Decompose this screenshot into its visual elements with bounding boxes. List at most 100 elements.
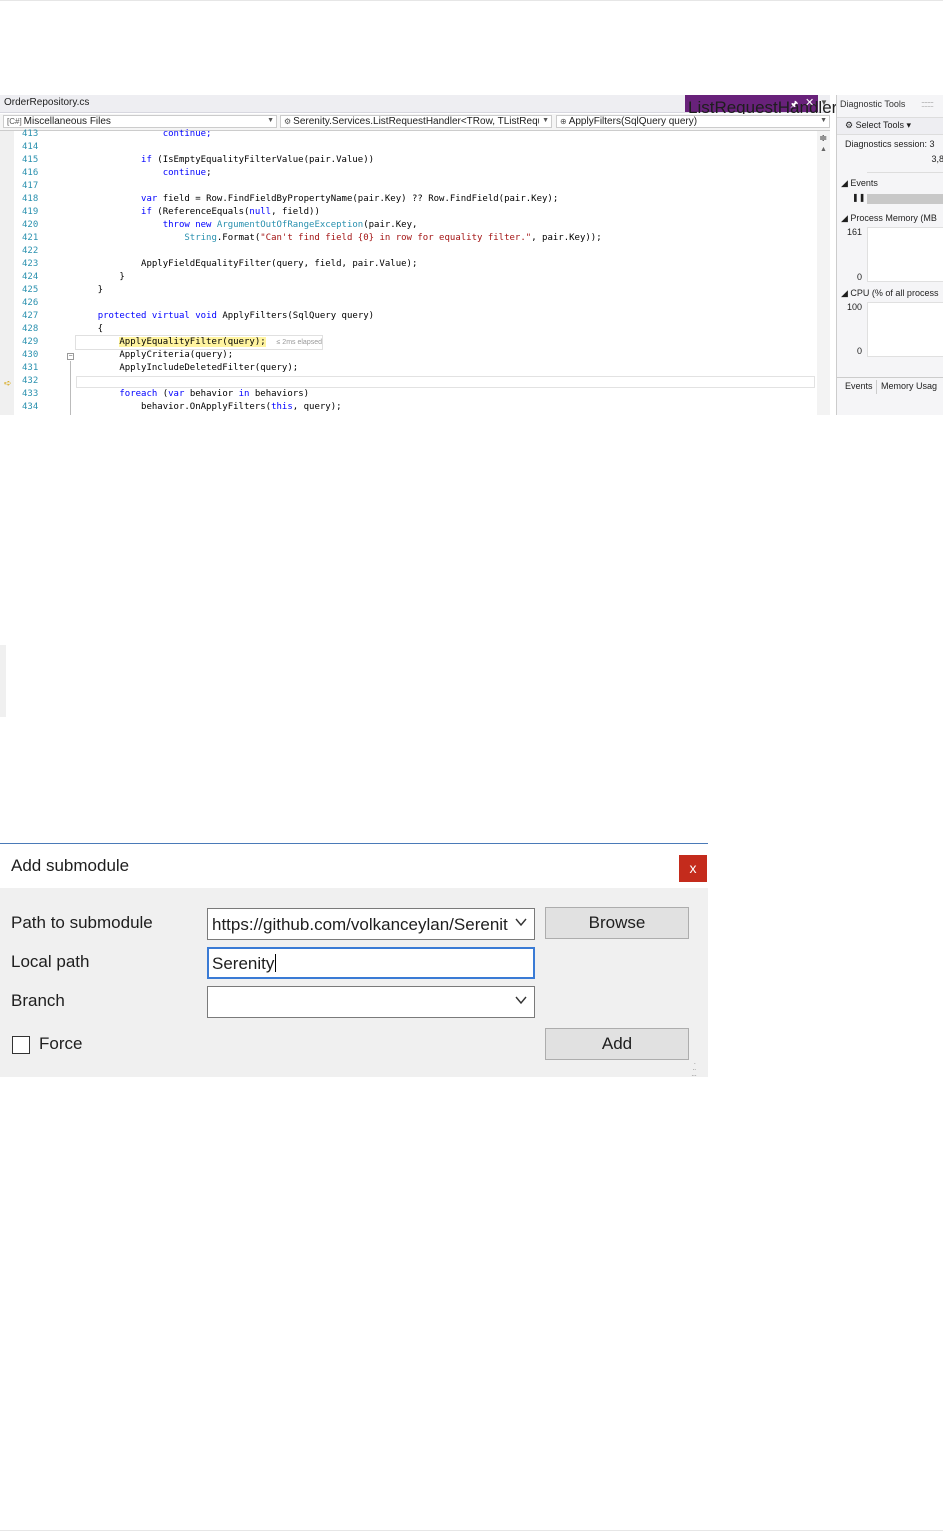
code-token: behavior.OnApplyFilters( (76, 402, 272, 412)
line-text: ApplyEqualityFilter(query); ≤ 2ms elapse… (75, 335, 323, 350)
dialog-title: Add submodule (11, 856, 130, 875)
line-number: 425 (22, 285, 39, 295)
code-line[interactable]: 420 throw new ArgumentOutOfRangeExceptio… (0, 219, 817, 232)
code-line[interactable]: 426 (0, 297, 817, 310)
code-line[interactable]: 416 continue; (0, 167, 817, 180)
line-text: { (76, 323, 103, 336)
close-icon[interactable]: ✕ (805, 96, 814, 109)
code-line[interactable]: 431 ApplyIncludeDeletedFilter(query); (0, 362, 817, 375)
code-line[interactable]: 419 if (ReferenceEquals(null, field)) (0, 206, 817, 219)
type-name: Serenity.Services.ListRequestHandler<TRo… (293, 116, 539, 127)
cpu-min: 0 (857, 346, 863, 356)
line-text: throw new ArgumentOutOfRangeException(pa… (76, 219, 418, 232)
code-token: foreach (119, 389, 158, 399)
code-line[interactable]: 413 continue; (0, 128, 817, 141)
code-line[interactable]: 430 ApplyCriteria(query); (0, 349, 817, 362)
process-memory-section[interactable]: ◢ Process Memory (MB (841, 213, 937, 224)
line-text: } (76, 271, 124, 284)
code-line[interactable]: 417 (0, 180, 817, 193)
code-line[interactable]: 414 (0, 141, 817, 154)
path-combobox[interactable]: https://github.com/volkanceylan/Serenity (207, 908, 535, 940)
line-number: 431 (22, 363, 39, 373)
code-token: continue; (76, 129, 212, 139)
diag-title: Diagnostic Tools (840, 99, 906, 109)
line-number: 433 (22, 389, 39, 399)
local-path-input[interactable]: Serenity (207, 947, 535, 979)
tab-separator (876, 380, 877, 394)
events-bar (867, 194, 943, 204)
code-token: (IsEmptyEqualityFilterValue(pair.Value)) (151, 155, 375, 165)
force-checkbox[interactable] (12, 1036, 30, 1054)
code-line[interactable]: 434 behavior.OnApplyFilters(this, query)… (0, 401, 817, 414)
code-line[interactable]: 418 var field = Row.FindFieldByPropertyN… (0, 193, 817, 206)
code-token: protected (97, 311, 147, 321)
code-token: , query); (292, 402, 342, 412)
line-text: String.Format("Can't find field {0} in r… (76, 232, 602, 245)
select-tools-button[interactable]: ⚙ Select Tools ▾ (845, 120, 911, 131)
pause-icon[interactable]: ❚❚ (852, 193, 865, 202)
code-line[interactable]: 427 protected virtual void ApplyFilters(… (0, 310, 817, 323)
tab-memory-usage[interactable]: Memory Usag (881, 381, 937, 391)
code-line[interactable]: 421 String.Format("Can't find field {0} … (0, 232, 817, 245)
code-line[interactable]: 428 { (0, 323, 817, 336)
line-number: 428 (22, 324, 39, 334)
code-token: ApplyFilters(SqlQuery query) (216, 311, 375, 321)
code-line[interactable]: 429 ApplyEqualityFilter(query); ≤ 2ms el… (0, 335, 817, 350)
chevron-down-icon[interactable] (514, 993, 528, 1007)
code-line[interactable]: 422 (0, 245, 817, 258)
code-token: , pair.Key)); (531, 233, 602, 243)
code-editor[interactable]: ➪ − 413 continue; 414 415 if (IsEmptyEqual… (0, 128, 817, 415)
code-line[interactable]: 425 } (0, 284, 817, 297)
browse-button[interactable]: Browse (545, 907, 689, 939)
code-line[interactable]: 432 (0, 375, 817, 388)
tab-events[interactable]: Events (845, 381, 873, 391)
chevron-down-icon[interactable] (514, 915, 528, 929)
line-text: var field = Row.FindFieldByPropertyName(… (76, 193, 558, 206)
cpu-chart (867, 302, 943, 357)
code-token: { (76, 324, 104, 334)
cpu-section[interactable]: ◢ CPU (% of all process (841, 288, 938, 299)
type-dropdown[interactable]: ⚙ Serenity.Services.ListRequestHandler<TR… (280, 115, 552, 128)
tab-order-repository[interactable]: OrderRepository.cs (4, 97, 89, 108)
line-text: if (ReferenceEquals(null, field)) (76, 206, 320, 219)
project-dropdown[interactable]: [C#] Miscellaneous Files ▼ (3, 115, 277, 128)
split-icon[interactable]: ≑ (819, 133, 827, 144)
events-section[interactable]: ◢ Events (841, 178, 878, 189)
branch-combobox[interactable] (207, 986, 535, 1018)
scroll-up-icon[interactable]: ▲ (820, 146, 827, 153)
tab-dropdown-icon[interactable]: ▼ (820, 98, 828, 107)
code-token: new (195, 220, 212, 230)
line-number: 414 (22, 142, 39, 152)
code-line[interactable]: 424 } (0, 271, 817, 284)
member-dropdown[interactable]: ⊕ ApplyFilters(SqlQuery query) ▼ (556, 115, 830, 128)
line-number: 421 (22, 233, 39, 243)
code-line[interactable]: 423 ApplyFieldEqualityFilter(query, fiel… (0, 258, 817, 271)
line-text: ApplyIncludeDeletedFilter(query); (76, 362, 298, 375)
diag-toolbar: ⚙ Select Tools ▾ (837, 117, 943, 135)
force-label[interactable]: Force (39, 1034, 82, 1054)
line-text: behavior.OnApplyFilters(this, query); (76, 401, 342, 414)
timeline-value: 3,8 (931, 154, 943, 164)
code-token: } (76, 285, 104, 295)
resize-grip-icon[interactable]: · ·· ··· (691, 1060, 697, 1078)
cpu-max: 100 (847, 302, 863, 312)
code-token: ; (206, 168, 212, 178)
code-token: this (271, 402, 293, 412)
line-number: 413 (22, 129, 39, 139)
line-number: 424 (22, 272, 39, 282)
code-line[interactable]: 433 foreach (var behavior in behaviors) (0, 388, 817, 401)
line-number: 423 (22, 259, 39, 269)
tab-list-request-handler[interactable]: ListRequestHandler.cs 🖈 ✕ (685, 95, 858, 117)
code-token: in (238, 389, 250, 399)
code-line[interactable]: 415 if (IsEmptyEqualityFilterValue(pair.… (0, 154, 817, 167)
add-button[interactable]: Add (545, 1028, 689, 1060)
page-top-divider (0, 0, 943, 1)
diag-timeline[interactable]: 3,8 (867, 152, 943, 173)
editor-scrollbar[interactable]: ≑ ▲ (817, 131, 830, 415)
code-token: ≤ 2ms elapsed (276, 339, 322, 346)
pin-icon[interactable]: 🖈 (790, 97, 798, 113)
cropped-edge-fragment (0, 645, 6, 717)
close-button[interactable]: x (679, 855, 707, 882)
